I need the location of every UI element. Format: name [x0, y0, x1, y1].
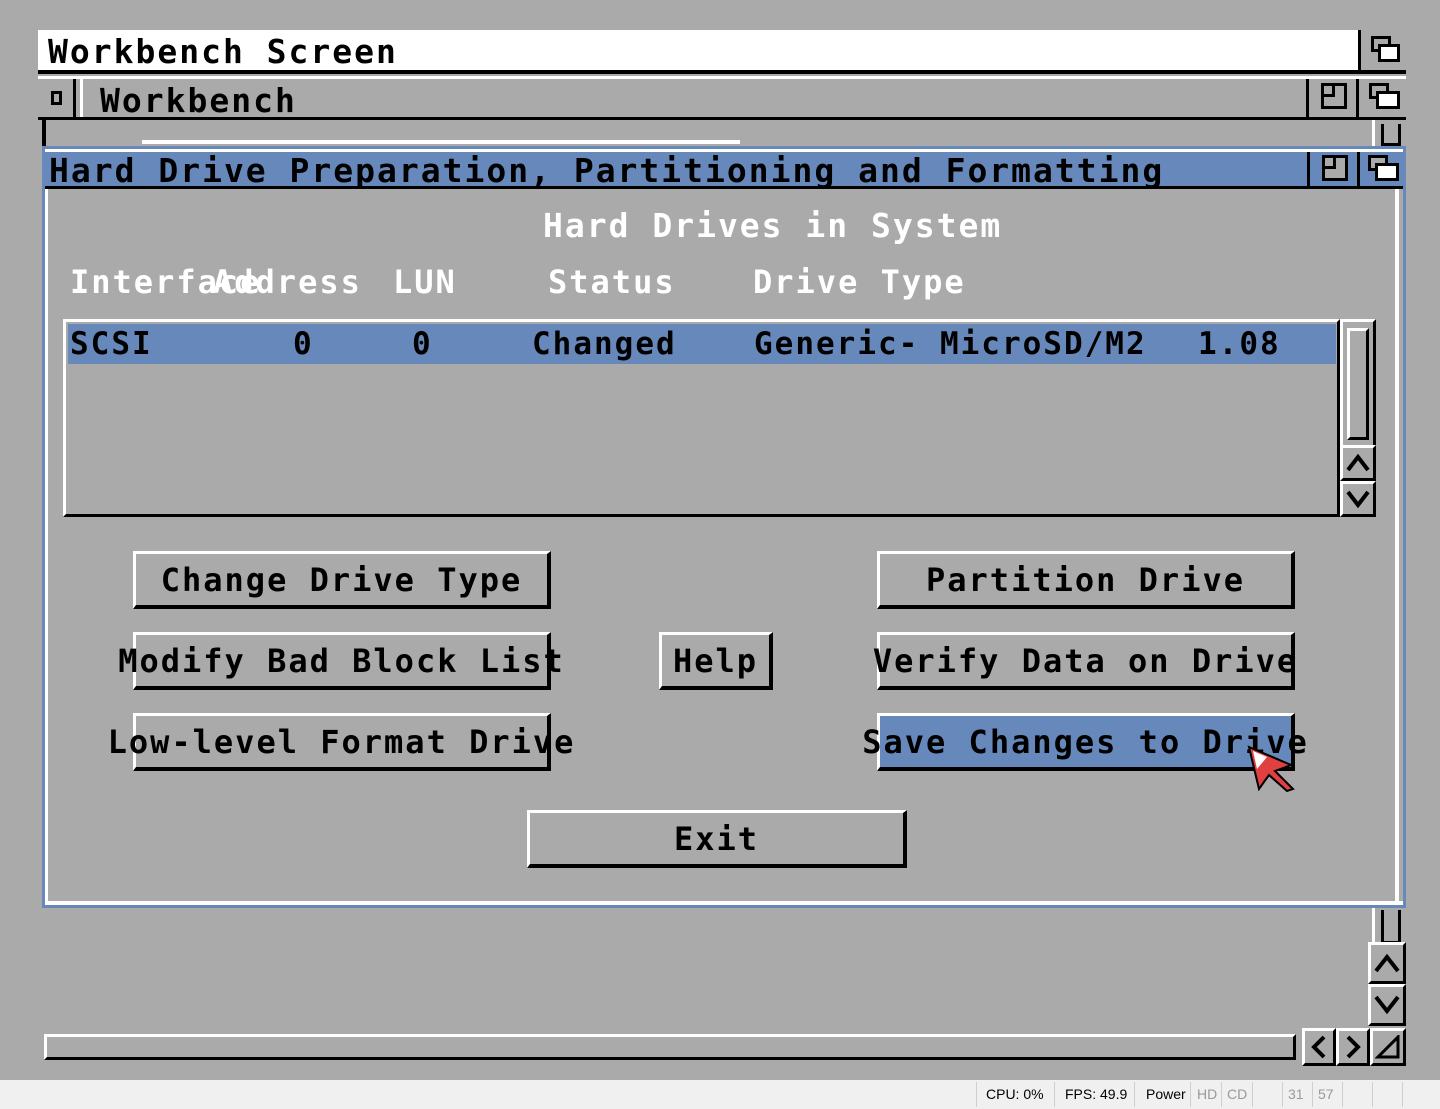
- mouse-pointer-icon: [1247, 745, 1297, 793]
- low-level-format-button[interactable]: Low-level Format Drive: [108, 713, 573, 771]
- list-scrollbar[interactable]: [1340, 319, 1376, 445]
- help-button[interactable]: Help: [659, 632, 773, 690]
- drive-address: 0: [293, 326, 314, 362]
- cpu-usage: CPU: 0%: [986, 1086, 1044, 1102]
- hdtoolbox-window: Hard Drive Preparation, Partitioning and…: [42, 146, 1406, 908]
- host-status-bar: CPU: 0% FPS: 49.9 Power HD CD 31 57: [0, 1080, 1440, 1109]
- hdtoolbox-title-bar[interactable]: Hard Drive Preparation, Partitioning and…: [45, 149, 1403, 190]
- drive-list-row[interactable]: SCSI 0 0 Changed Generic- MicroSD/M2 1.0…: [68, 324, 1336, 364]
- column-header-lun: LUN: [393, 263, 457, 301]
- scroll-down-arrow-icon[interactable]: [1368, 984, 1406, 1026]
- depth-gadget-icon[interactable]: [1356, 79, 1406, 117]
- partition-drive-button[interactable]: Partition Drive: [877, 551, 1295, 609]
- screen-title-bar: Workbench Screen: [38, 30, 1406, 74]
- drive-list[interactable]: SCSI 0 0 Changed Generic- MicroSD/M2 1.0…: [63, 319, 1340, 517]
- cd-indicator: CD: [1227, 1086, 1248, 1102]
- hdtoolbox-window-title: Hard Drive Preparation, Partitioning and…: [49, 151, 1165, 190]
- verify-data-button[interactable]: Verify Data on Drive: [873, 632, 1296, 690]
- screen-depth-gadget-icon[interactable]: [1358, 30, 1406, 70]
- change-drive-type-button[interactable]: Change Drive Type: [133, 551, 551, 609]
- hd-zoom-gadget-icon[interactable]: [1307, 152, 1357, 186]
- horizontal-scrollbar[interactable]: [44, 1034, 1296, 1060]
- resize-gadget-icon[interactable]: [1370, 1028, 1406, 1066]
- exit-button[interactable]: Exit: [527, 810, 907, 868]
- hd-depth-gadget-icon[interactable]: [1357, 152, 1403, 186]
- workbench-window-title: Workbench: [100, 81, 297, 120]
- close-gadget-icon[interactable]: [38, 79, 76, 117]
- column-header-address: Address: [213, 263, 362, 301]
- drive-status: Changed: [532, 326, 677, 362]
- drive-value-2: 57: [1318, 1086, 1334, 1102]
- list-scroll-up-icon[interactable]: [1340, 445, 1376, 481]
- workbench-title-bar[interactable]: Workbench: [38, 76, 1406, 120]
- scroll-up-arrow-icon[interactable]: [1368, 942, 1406, 984]
- scroll-left-arrow-icon[interactable]: [1302, 1028, 1336, 1066]
- drive-lun: 0: [412, 326, 433, 362]
- hd-indicator: HD: [1197, 1086, 1218, 1102]
- drive-interface: SCSI: [70, 326, 153, 362]
- drive-type: Generic- MicroSD/M2: [754, 326, 1147, 362]
- drive-revision: 1.08: [1198, 326, 1281, 362]
- column-header-status: Status: [548, 263, 676, 301]
- power-indicator: Power: [1146, 1086, 1186, 1102]
- fps-counter: FPS: 49.9: [1065, 1086, 1128, 1102]
- save-changes-button[interactable]: Save Changes to Drive: [862, 713, 1307, 771]
- list-scroll-down-icon[interactable]: [1340, 481, 1376, 517]
- list-heading: Hard Drives in System: [543, 206, 1003, 245]
- zoom-gadget-icon[interactable]: [1306, 79, 1356, 117]
- scroll-right-arrow-icon[interactable]: [1336, 1028, 1370, 1066]
- drive-value-1: 31: [1288, 1086, 1304, 1102]
- column-header-drive-type: Drive Type: [753, 263, 966, 301]
- modify-bad-block-list-button[interactable]: Modify Bad Block List: [118, 632, 563, 690]
- screen-title: Workbench Screen: [48, 32, 398, 71]
